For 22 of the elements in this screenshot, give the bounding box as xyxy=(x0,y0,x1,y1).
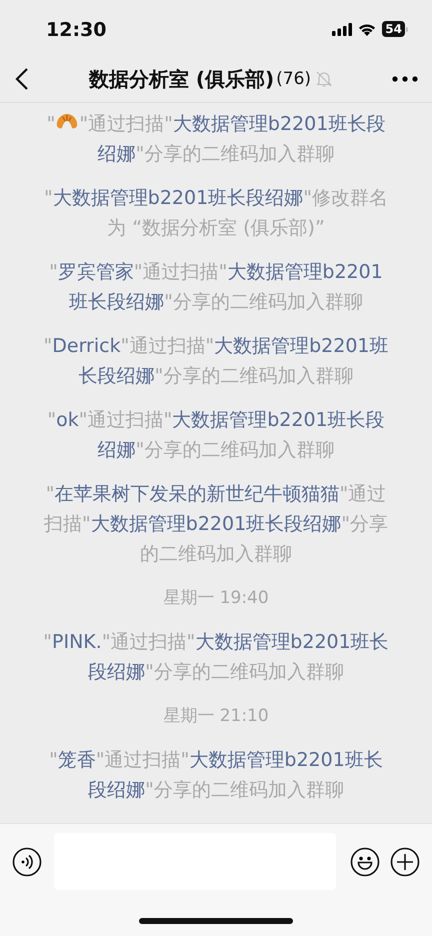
battery-level: 54 xyxy=(382,21,405,37)
timestamp: 星期一 19:40 xyxy=(163,587,269,610)
more-button[interactable] xyxy=(392,76,418,82)
system-message: "大数据管理b2201班长段绍娜"修改群名为 “数据分析室 (俱乐部)” xyxy=(43,186,389,241)
voice-button[interactable] xyxy=(12,846,42,876)
timestamp: 星期一 21:10 xyxy=(163,705,269,728)
system-message: "笼香"通过扫描"大数据管理b2201班长段绍娜"分享的二维码加入群聊 xyxy=(48,748,384,803)
status-time: 12:30 xyxy=(46,18,108,41)
back-button[interactable] xyxy=(14,67,30,91)
system-message: " xyxy=(46,113,56,135)
system-message: "在苹果树下发呆的新世纪牛顿猫猫"通过扫描"大数据管理b2201班长段绍娜"分享的二维码加入群聊 xyxy=(43,482,389,567)
system-message: "PINK."通过扫描"大数据管理b2201班长段绍娜"分享的二维码加入群聊 xyxy=(42,630,390,685)
member-count: (76) xyxy=(276,69,312,89)
system-message: "ok"通过扫描"大数据管理b2201班长段绍娜"分享的二维码加入群聊 xyxy=(46,408,386,463)
emoji-button[interactable] xyxy=(350,846,380,876)
system-message: "罗宾管家"通过扫描"大数据管理b2201班长段绍娜"分享的二维码加入群聊 xyxy=(48,260,384,315)
system-message: "通过扫描"大数据管理b2201班长段绍娜"分享的二维码加入群聊 xyxy=(79,113,386,165)
add-button[interactable] xyxy=(390,846,420,876)
chat-title: 数据分析室 (俱乐部) xyxy=(88,66,274,92)
system-message: "Derrick"通过扫描"大数据管理b2201班长段绍娜"分享的二维码加入群聊 xyxy=(42,334,390,389)
wifi-icon xyxy=(358,22,376,36)
signal-icon xyxy=(332,22,352,36)
